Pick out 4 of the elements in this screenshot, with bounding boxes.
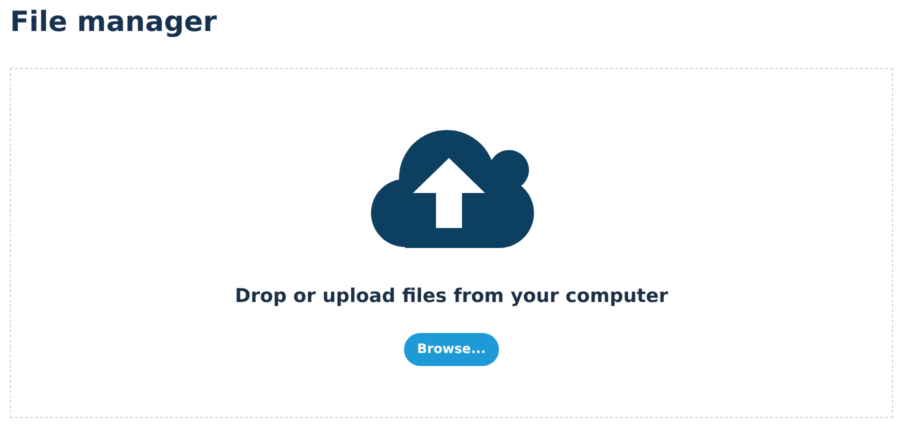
drop-zone[interactable]: Drop or upload files from your computer Browse... — [10, 68, 893, 418]
page-title: File manager — [10, 4, 218, 40]
cloud-upload-icon — [368, 128, 534, 249]
drop-message: Drop or upload files from your computer — [234, 285, 668, 307]
